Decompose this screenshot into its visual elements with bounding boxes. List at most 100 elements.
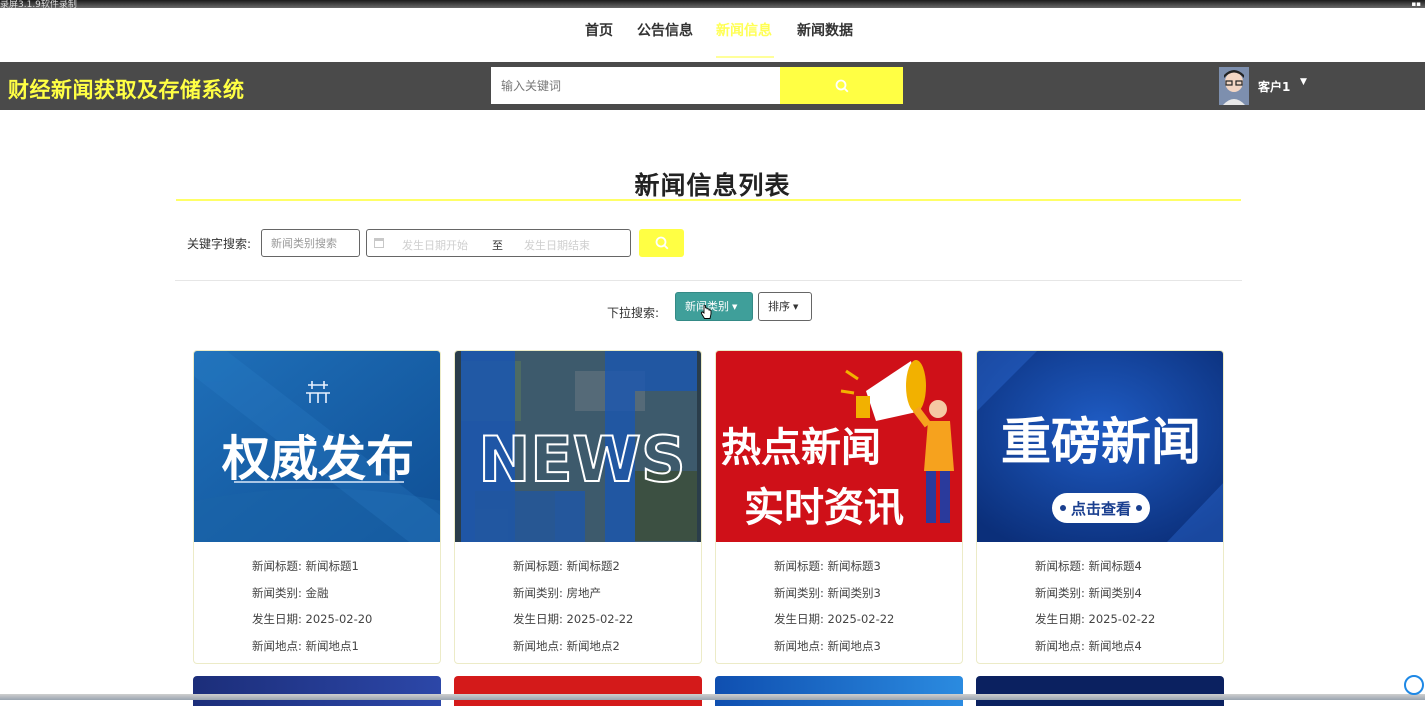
header-search-button[interactable]: [780, 67, 903, 104]
news-title-value: 新闻标题4: [1088, 559, 1142, 573]
date-end-input[interactable]: 发生日期结束: [524, 237, 590, 253]
date-range-separator: 至: [492, 239, 503, 252]
news-date-label: 发生日期:: [513, 612, 563, 626]
user-name[interactable]: 客户1: [1258, 78, 1290, 95]
news-place-label: 新闻地点:: [252, 638, 302, 653]
nav-item-announcements[interactable]: 公告信息: [637, 20, 693, 40]
site-title: 财经新闻获取及存储系统: [8, 78, 245, 102]
news-title-value: 新闻标题2: [566, 559, 620, 573]
news-card[interactable]: NEWS 新闻标题: 新闻标题2 新闻类别: 房地产 发生日期: 2025-02…: [454, 350, 702, 664]
card-image-text: 权威发布: [221, 431, 414, 487]
search-icon: [655, 236, 668, 250]
news-title-row: 新闻标题: 新闻标题3: [774, 553, 894, 580]
news-card[interactable]: 热点新闻 实时资讯 新闻标题: 新闻标题3 新闻类别: 新闻类别3 发生日期: …: [715, 350, 963, 664]
page-title: 新闻信息列表: [634, 171, 791, 200]
news-place-value: 新闻地点1: [305, 638, 359, 653]
news-card-image: 权威发布: [194, 351, 440, 542]
nav-item-home[interactable]: 首页: [585, 20, 613, 40]
news-category-row: 新闻类别: 新闻类别3: [774, 580, 894, 607]
news-title-label: 新闻标题:: [513, 559, 563, 573]
hand-cursor-icon: [700, 305, 712, 319]
news-date-label: 发生日期:: [252, 612, 302, 626]
news-date-label: 发生日期:: [1035, 612, 1085, 626]
caret-down-icon: ▼: [793, 303, 799, 311]
news-card-info: 新闻标题: 新闻标题4 新闻类别: 新闻类别4 发生日期: 2025-02-22…: [1035, 553, 1155, 659]
search-icon: [835, 79, 848, 92]
news-card[interactable]: 权威发布 新闻标题: 新闻标题1 新闻类别: 金融 发生日期: 2025-02-…: [193, 350, 441, 664]
keyword-search-label: 关键字搜索:: [187, 237, 252, 251]
news-category-label: 新闻类别:: [513, 585, 563, 600]
window-dots-icon: ▪▪: [1411, 0, 1422, 8]
news-place-value: 新闻地点4: [1088, 638, 1142, 653]
news-card-info: 新闻标题: 新闻标题2 新闻类别: 房地产 发生日期: 2025-02-22 新…: [513, 553, 633, 659]
news-category-label: 新闻类别:: [252, 585, 302, 600]
sort-dropdown-label: 排序: [768, 300, 790, 313]
news-title-row: 新闻标题: 新闻标题1: [252, 553, 372, 580]
news-place-label: 新闻地点:: [513, 638, 563, 653]
assistant-bubble-icon[interactable]: [1404, 675, 1424, 695]
news-place-value: 新闻地点2: [566, 638, 620, 653]
news-card-info: 新闻标题: 新闻标题3 新闻类别: 新闻类别3 发生日期: 2025-02-22…: [774, 553, 894, 659]
news-category-row: 新闻类别: 金融: [252, 580, 372, 607]
sort-dropdown-button[interactable]: 排序 ▼: [758, 292, 812, 321]
news-card-partial[interactable]: [193, 676, 441, 706]
nav-item-news-info[interactable]: 新闻信息: [716, 20, 772, 40]
news-place-row: 新闻地点: 新闻地点4: [1035, 633, 1155, 660]
category-search-input[interactable]: [261, 229, 360, 257]
recorder-strip: 录屏3.1.9软件录制 ▪▪: [0, 0, 1425, 10]
news-title-label: 新闻标题:: [1035, 559, 1085, 573]
dropdown-search-label: 下拉搜索:: [607, 306, 660, 320]
site-header: 财经新闻获取及存储系统 客户1 ▼: [0, 62, 1425, 110]
news-category-value: 新闻类别4: [1088, 585, 1142, 600]
news-card-image: 重磅新闻 点击查看: [977, 351, 1223, 542]
card-image-button-text: 点击查看: [1071, 500, 1131, 518]
news-place-value: 新闻地点3: [827, 638, 881, 653]
news-date-row: 发生日期: 2025-02-22: [774, 606, 894, 633]
filter-search-button[interactable]: [639, 229, 684, 257]
news-card-image: 热点新闻 实时资讯: [716, 351, 962, 542]
news-category-value: 金融: [305, 585, 329, 600]
news-category-row: 新闻类别: 新闻类别4: [1035, 580, 1155, 607]
news-category-label: 新闻类别:: [1035, 585, 1085, 600]
nav-item-news-data[interactable]: 新闻数据: [797, 20, 853, 40]
card-image-text: NEWS: [478, 423, 685, 496]
news-title-value: 新闻标题1: [305, 559, 359, 573]
user-menu-caret-icon[interactable]: ▼: [1300, 77, 1307, 87]
news-title-row: 新闻标题: 新闻标题2: [513, 553, 633, 580]
news-card-partial[interactable]: [976, 676, 1224, 706]
filter-divider: [175, 280, 1242, 281]
news-card-image: NEWS: [455, 351, 701, 542]
news-date-value: 2025-02-22: [827, 612, 895, 626]
calendar-icon: [374, 238, 384, 248]
news-title-value: 新闻标题3: [827, 559, 881, 573]
news-date-label: 发生日期:: [774, 612, 824, 626]
header-search-input[interactable]: [491, 67, 780, 104]
news-date-value: 2025-02-22: [566, 612, 634, 626]
news-category-row: 新闻类别: 房地产: [513, 580, 633, 607]
news-place-row: 新闻地点: 新闻地点3: [774, 633, 894, 660]
news-card-partial[interactable]: [715, 676, 963, 706]
news-date-value: 2025-02-20: [305, 612, 373, 626]
news-place-row: 新闻地点: 新闻地点1: [252, 633, 372, 660]
avatar[interactable]: [1219, 67, 1249, 105]
taskbar-strip: [0, 694, 1425, 700]
news-place-row: 新闻地点: 新闻地点2: [513, 633, 633, 660]
news-date-row: 发生日期: 2025-02-22: [513, 606, 633, 633]
news-date-row: 发生日期: 2025-02-20: [252, 606, 372, 633]
news-title-label: 新闻标题:: [774, 559, 824, 573]
news-title-label: 新闻标题:: [252, 559, 302, 573]
news-card-partial[interactable]: [454, 676, 702, 706]
news-category-value: 房地产: [566, 585, 602, 600]
date-start-input[interactable]: 发生日期开始: [402, 237, 468, 253]
card-image-text-1: 热点新闻: [721, 425, 881, 471]
date-range-field[interactable]: 发生日期开始 至 发生日期结束: [366, 229, 631, 257]
news-card[interactable]: 重磅新闻 点击查看 新闻标题: 新闻标题4 新闻类别: 新闻类别4 发生日期: …: [976, 350, 1224, 664]
news-category-label: 新闻类别:: [774, 585, 824, 600]
news-card-info: 新闻标题: 新闻标题1 新闻类别: 金融 发生日期: 2025-02-20 新闻…: [252, 553, 372, 659]
news-date-value: 2025-02-22: [1088, 612, 1156, 626]
title-divider: [176, 199, 1241, 201]
top-nav: 首页 公告信息 新闻信息 新闻数据: [0, 8, 1425, 62]
category-dropdown-button[interactable]: 新闻类别 ▼: [675, 292, 753, 321]
news-category-value: 新闻类别3: [827, 585, 881, 600]
news-place-label: 新闻地点:: [1035, 638, 1085, 653]
